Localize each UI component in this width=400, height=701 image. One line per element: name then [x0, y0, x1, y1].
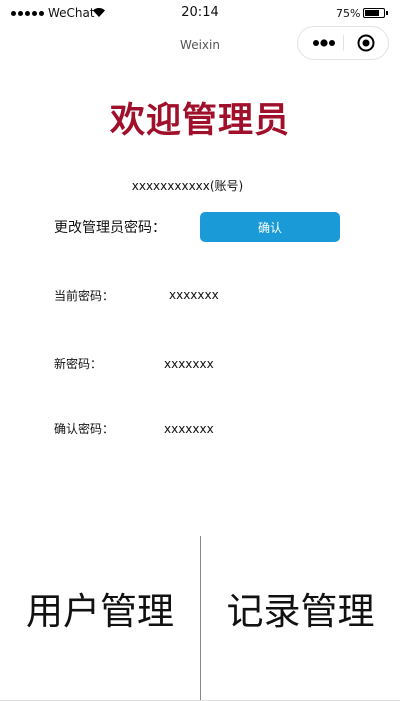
capsule-divider: [343, 35, 344, 51]
target-circle-icon[interactable]: [357, 34, 375, 52]
battery-icon: [363, 8, 388, 18]
new-password-input[interactable]: xxxxxxx: [164, 357, 214, 371]
record-management-tab[interactable]: 记录管理: [201, 536, 400, 700]
confirm-password-label: 确认密码：: [54, 422, 115, 436]
user-management-tab[interactable]: 用户管理: [0, 536, 200, 700]
current-password-input[interactable]: xxxxxxx: [169, 288, 219, 302]
battery-percent: 75%: [336, 7, 361, 20]
change-password-label: 更改管理员密码：: [54, 220, 166, 236]
mini-program-capsule: [297, 26, 389, 60]
confirm-button[interactable]: 确认: [200, 212, 340, 242]
welcome-title: 欢迎管理员: [109, 101, 290, 141]
current-password-label: 当前密码：: [54, 289, 115, 303]
bottom-tab-bar: 用户管理 记录管理: [0, 536, 400, 700]
status-bar: WeChat 20:14 75%: [0, 0, 400, 28]
account-text: xxxxxxxxxxx(账号): [131, 179, 244, 193]
new-password-label: 新密码：: [54, 357, 103, 371]
more-dots-icon[interactable]: [312, 38, 336, 48]
confirm-password-input[interactable]: xxxxxxx: [164, 422, 214, 436]
